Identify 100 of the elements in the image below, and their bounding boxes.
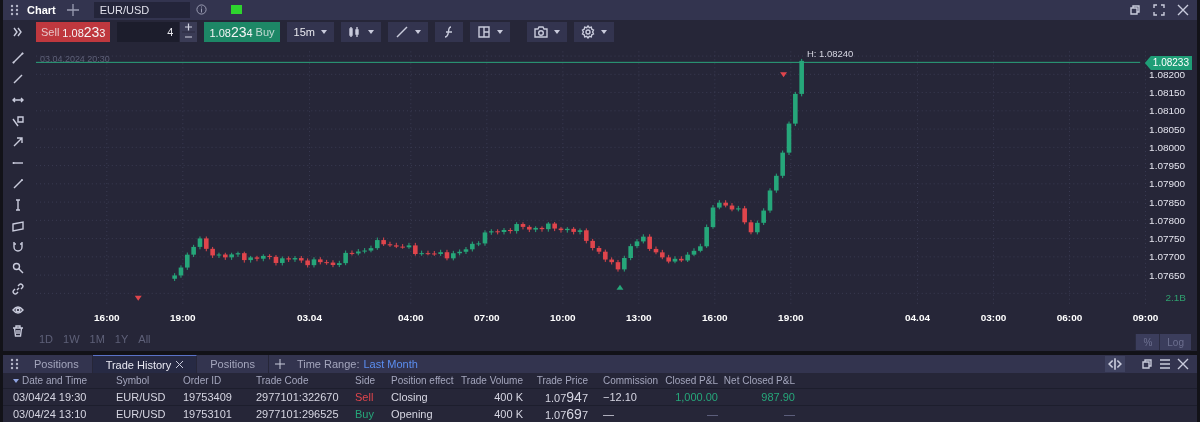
table-cell-text: — xyxy=(706,407,718,422)
time-axis-label: 13:00 xyxy=(626,311,652,323)
split-view-icon[interactable] xyxy=(1105,356,1125,372)
price-axis-label: 1.07800 xyxy=(1149,214,1186,226)
column-header[interactable]: Side xyxy=(355,375,375,386)
sell-marker-icon xyxy=(134,295,142,301)
quantity-field[interactable]: 4 xyxy=(117,22,180,43)
menu-icon[interactable] xyxy=(1159,358,1171,370)
arrow-icon[interactable] xyxy=(12,136,24,149)
table-cell-text: 03/04/24 13:10 xyxy=(13,407,88,422)
eye-icon[interactable] xyxy=(12,304,24,317)
link-icon[interactable] xyxy=(12,283,24,296)
trash-icon[interactable] xyxy=(12,325,24,338)
time-range-link[interactable]: Last Month xyxy=(363,358,418,370)
restore-icon[interactable] xyxy=(1141,358,1153,370)
current-price-tag: 1.08233 xyxy=(1144,56,1192,71)
tab[interactable]: Positions xyxy=(21,355,93,373)
camera-dropdown[interactable] xyxy=(526,22,567,43)
price-axis-label: 1.08050 xyxy=(1149,123,1186,135)
line-box-icon[interactable] xyxy=(12,115,24,128)
time-axis-label: 07:00 xyxy=(474,311,500,323)
caret-icon xyxy=(414,30,421,35)
close-icon[interactable] xyxy=(1177,3,1189,16)
price-axis-label: 1.07650 xyxy=(1149,269,1186,281)
column-header[interactable]: Symbol xyxy=(116,375,150,386)
time-axis-label: 03.04 xyxy=(297,311,322,323)
indicator-button[interactable] xyxy=(434,22,463,43)
buy-button[interactable]: 1.08234 Buy xyxy=(204,22,280,43)
status-indicator xyxy=(230,5,242,15)
close-icon[interactable] xyxy=(176,361,184,368)
time-axis-label: 10:00 xyxy=(550,311,576,323)
column-header[interactable]: Date and Time xyxy=(22,375,88,386)
timeframe-dropdown[interactable]: 15m xyxy=(286,22,334,43)
add-icon[interactable] xyxy=(65,2,80,17)
fullscreen-icon[interactable] xyxy=(1153,3,1165,16)
tab[interactable]: Trade History xyxy=(92,355,198,373)
time-axis-label: 06:00 xyxy=(1056,311,1083,323)
table-cell-text: 1.07697 xyxy=(543,406,588,422)
time-axis-label: 04.04 xyxy=(905,311,930,323)
line-icon[interactable] xyxy=(12,52,24,65)
expand-icon[interactable] xyxy=(13,27,23,38)
column-header[interactable]: Net Closed P&L xyxy=(723,375,795,386)
drawing-tool-dropdown[interactable] xyxy=(387,22,428,43)
table-cell-text: 400 K xyxy=(493,390,523,405)
table-cell-text: 400 K xyxy=(493,407,523,422)
sell-button[interactable]: Sell 1.08233 xyxy=(36,22,111,43)
column-header[interactable]: Trade Code xyxy=(256,375,309,386)
parallelogram-icon[interactable] xyxy=(12,220,24,233)
price-axis-label: 1.08100 xyxy=(1149,105,1186,117)
layout-icon xyxy=(476,25,491,40)
sort-icon[interactable] xyxy=(13,379,19,384)
time-range-label: Time Range: xyxy=(296,358,360,370)
column-header[interactable]: Trade Price xyxy=(536,375,588,386)
magnet-icon[interactable] xyxy=(12,241,24,254)
table-cell-text: 1,000.00 xyxy=(674,390,718,405)
column-header[interactable]: Commission xyxy=(603,375,658,386)
sell-marker-icon xyxy=(780,72,788,78)
line-icon[interactable] xyxy=(12,73,24,86)
drag-handle-icon[interactable] xyxy=(9,358,21,370)
caret-icon xyxy=(320,30,327,35)
time-axis-label: 04:00 xyxy=(398,311,424,323)
time-axis-label: 16:00 xyxy=(94,311,120,323)
table-cell-text: 2977101:322670 xyxy=(256,390,340,405)
price-axis-label: 1.07900 xyxy=(1149,178,1186,190)
column-header[interactable]: Position effect xyxy=(391,375,454,386)
price-axis-label: 1.07950 xyxy=(1149,160,1186,172)
column-header[interactable]: Trade Volume xyxy=(461,375,523,386)
chart-type-dropdown[interactable] xyxy=(340,22,381,43)
window-title: Chart xyxy=(27,3,56,16)
table-cell-text: Closing xyxy=(391,390,429,405)
stepper-icon[interactable] xyxy=(180,22,198,43)
tab[interactable]: Positions xyxy=(197,355,269,373)
volume-label: 2.1B xyxy=(1165,291,1187,303)
drag-handle-icon[interactable] xyxy=(9,3,21,16)
table-cell-text: EUR/USD xyxy=(116,390,167,405)
price-axis-label: 1.08000 xyxy=(1149,141,1186,153)
table-cell-text: — xyxy=(602,407,615,422)
line-icon[interactable] xyxy=(12,178,24,191)
add-tab-icon[interactable] xyxy=(274,359,285,369)
column-header[interactable]: Order ID xyxy=(183,375,222,386)
line-icon xyxy=(394,25,409,40)
candlestick-icon xyxy=(347,25,362,40)
info-icon[interactable] xyxy=(195,4,207,16)
restore-icon[interactable] xyxy=(1129,3,1141,16)
caret-icon xyxy=(553,30,560,35)
table-cell-text: Sell xyxy=(355,390,375,405)
caret-icon xyxy=(367,30,374,35)
gear-icon xyxy=(580,25,595,40)
table-cell-text: −12.10 xyxy=(602,390,638,405)
table-cell-text: 19753101 xyxy=(183,407,233,422)
layout-dropdown[interactable] xyxy=(469,22,510,43)
close-icon[interactable] xyxy=(1177,358,1189,370)
table-cell-text: 03/04/24 19:30 xyxy=(13,390,88,405)
symbol-field[interactable]: EUR/USD xyxy=(93,1,190,18)
table-cell-text: Buy xyxy=(355,407,375,422)
column-header[interactable]: Closed P&L xyxy=(665,375,718,386)
settings-dropdown[interactable] xyxy=(573,22,614,43)
time-axis-label: 16:00 xyxy=(702,311,728,323)
price-axis-label: 1.08200 xyxy=(1149,68,1186,80)
time-axis-label: 19:00 xyxy=(170,311,196,323)
